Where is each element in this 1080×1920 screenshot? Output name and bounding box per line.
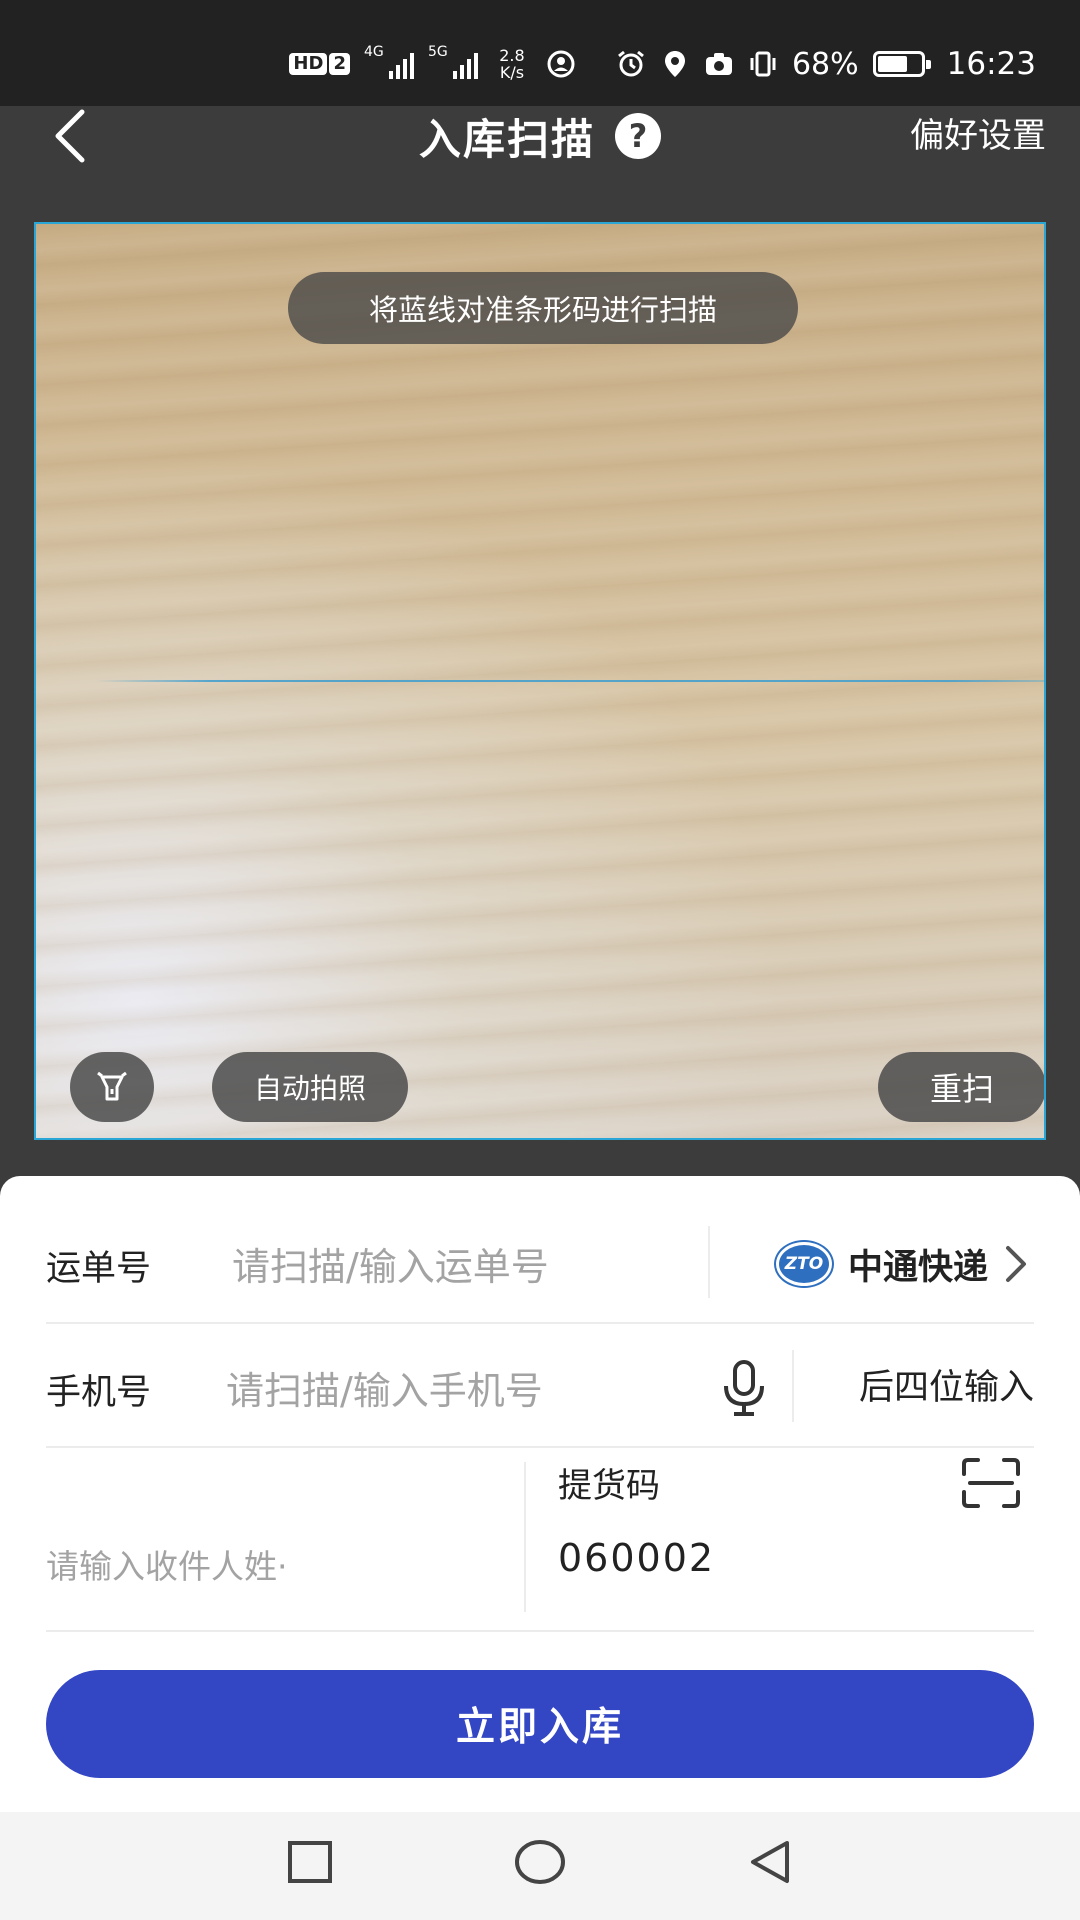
location-pin-icon bbox=[664, 51, 685, 77]
sim-badge: 2 bbox=[329, 53, 350, 75]
triangle-back-icon bbox=[751, 1841, 789, 1883]
waybill-label: 运单号 bbox=[46, 1249, 152, 1289]
submit-stock-in-button[interactable]: 立即入库 bbox=[46, 1670, 1034, 1778]
camera-viewfinder[interactable]: 将蓝线对准条形码进行扫描 自动拍照 重扫 bbox=[34, 222, 1046, 1140]
divider bbox=[46, 1446, 1034, 1448]
question-circle-icon[interactable]: ? bbox=[615, 113, 661, 159]
signal-4g-icon: 4G bbox=[363, 44, 414, 81]
alarm-icon bbox=[618, 50, 644, 77]
network-type-label: 4G bbox=[363, 44, 384, 60]
divider bbox=[46, 1630, 1034, 1632]
phone-label: 手机号 bbox=[46, 1373, 152, 1413]
scan-line bbox=[96, 680, 1044, 682]
preferences-button[interactable]: 偏好设置 bbox=[910, 106, 1046, 166]
scan-frame-icon[interactable] bbox=[960, 1456, 1022, 1510]
hd-indicator: HD 2 bbox=[289, 53, 350, 75]
auto-photo-toggle[interactable]: 自动拍照 bbox=[212, 1052, 408, 1122]
recent-apps-button[interactable] bbox=[280, 1832, 340, 1892]
hd-badge: HD bbox=[289, 53, 328, 75]
chevron-right-icon bbox=[1004, 1244, 1034, 1284]
last-four-input-button[interactable]: 后四位输入 bbox=[859, 1358, 1034, 1418]
circle-icon bbox=[515, 1840, 565, 1884]
rescan-button[interactable]: 重扫 bbox=[878, 1052, 1044, 1122]
vibrate-icon bbox=[750, 51, 776, 77]
carrier-name: 中通快递 bbox=[847, 1247, 988, 1288]
waybill-input[interactable]: 请扫描/输入运单号 bbox=[232, 1236, 549, 1291]
battery-icon bbox=[872, 51, 931, 77]
system-nav-bar bbox=[0, 1812, 1080, 1920]
microphone-icon[interactable] bbox=[718, 1358, 770, 1418]
speed-unit: K/s bbox=[499, 63, 525, 82]
clock: 16:23 bbox=[946, 46, 1036, 82]
status-bar: HD 2 4G 5G 2.8 K/s 68% 16:23 bbox=[0, 0, 1080, 106]
user-face-icon bbox=[547, 50, 575, 78]
recipient-name-input[interactable]: 请输入收件人姓· bbox=[46, 1540, 288, 1588]
square-icon bbox=[288, 1841, 332, 1883]
status-indicators: HD 2 4G 5G 2.8 K/s 68% 16:23 bbox=[289, 44, 1036, 84]
phone-input[interactable]: 请扫描/输入手机号 bbox=[226, 1360, 543, 1415]
divider bbox=[46, 1322, 1034, 1324]
divider bbox=[524, 1462, 526, 1612]
carrier-selector[interactable]: ZTO 中通快递 bbox=[775, 1232, 1034, 1296]
signal-5g-icon: 5G bbox=[427, 44, 478, 81]
zto-logo-icon: ZTO bbox=[775, 1242, 832, 1286]
pickup-code-label: 提货码 bbox=[558, 1466, 660, 1506]
divider bbox=[792, 1350, 794, 1422]
network-type-label: 5G bbox=[427, 44, 448, 60]
pickup-code-value[interactable]: 060002 bbox=[558, 1536, 715, 1580]
title-bar: 入库扫描 ? 偏好设置 bbox=[0, 106, 1080, 186]
flashlight-icon bbox=[97, 1071, 127, 1101]
back-nav-button[interactable] bbox=[740, 1832, 800, 1892]
scan-hint: 将蓝线对准条形码进行扫描 bbox=[288, 272, 798, 344]
home-button[interactable] bbox=[510, 1832, 570, 1892]
flashlight-button[interactable] bbox=[70, 1052, 154, 1122]
page-title: 入库扫描 bbox=[418, 114, 595, 164]
network-speed: 2.8 K/s bbox=[492, 47, 532, 81]
camera-icon bbox=[705, 53, 732, 75]
divider bbox=[708, 1226, 710, 1298]
battery-percent: 68% bbox=[791, 46, 859, 82]
